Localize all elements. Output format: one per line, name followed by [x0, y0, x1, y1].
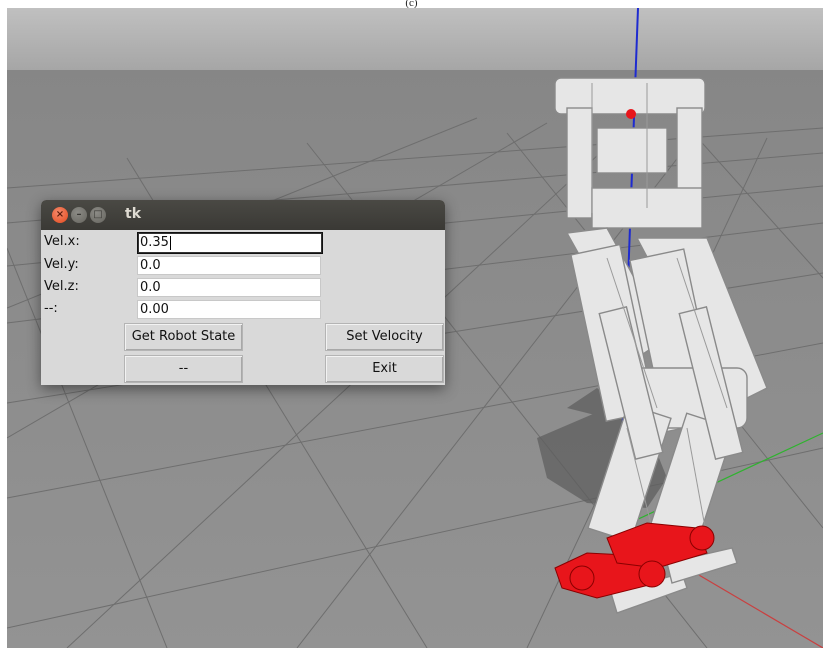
extra-label: --:	[44, 301, 58, 316]
exit-button[interactable]: Exit	[325, 355, 444, 383]
tk-window: × – □ tk Vel.x: 0.35 Vel.y: 0.0 Vel.z: 0…	[41, 200, 445, 385]
window-titlebar[interactable]: × – □ tk	[41, 200, 445, 230]
minimize-icon[interactable]: –	[71, 207, 87, 223]
vel-y-input[interactable]: 0.0	[137, 256, 321, 275]
text-caret	[169, 235, 171, 250]
vel-x-label: Vel.x:	[44, 234, 80, 249]
sky	[7, 8, 823, 70]
set-velocity-button[interactable]: Set Velocity	[325, 323, 444, 351]
figure-caption: (c)	[405, 0, 418, 8]
extra-input[interactable]: 0.00	[137, 300, 321, 319]
vel-z-input[interactable]: 0.0	[137, 278, 321, 297]
vel-y-label: Vel.y:	[44, 257, 79, 272]
maximize-icon[interactable]: □	[90, 207, 106, 223]
vel-x-input[interactable]: 0.35	[137, 232, 323, 254]
vel-z-label: Vel.z:	[44, 279, 79, 294]
close-icon[interactable]: ×	[52, 207, 68, 223]
get-robot-state-button[interactable]: Get Robot State	[124, 323, 243, 351]
pelvis-marker	[626, 109, 636, 119]
window-title: tk	[125, 206, 142, 222]
dash-button[interactable]: --	[124, 355, 243, 383]
